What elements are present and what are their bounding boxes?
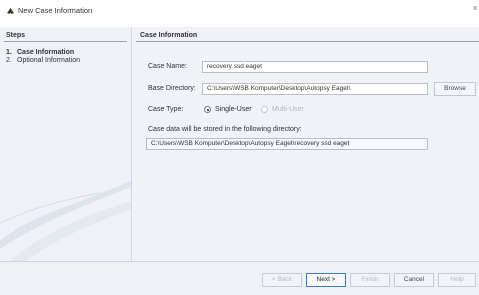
radio-selected-icon bbox=[204, 106, 211, 113]
case-information-header: Case Information bbox=[140, 32, 198, 39]
cancel-button[interactable]: Cancel bbox=[394, 273, 434, 287]
decorative-wave-graphic bbox=[0, 181, 131, 261]
step-label: Case Information bbox=[17, 49, 75, 56]
multi-user-radio[interactable]: Multi-User bbox=[261, 106, 304, 113]
browse-button[interactable]: Browse bbox=[434, 82, 476, 96]
window-title: New Case Information bbox=[18, 6, 93, 15]
step-item-case-information: 1. Case Information bbox=[6, 49, 74, 56]
case-type-label: Case Type: bbox=[148, 106, 184, 113]
step-item-optional-information: 2. Optional Information bbox=[6, 57, 80, 64]
radio-unselected-icon bbox=[261, 106, 268, 113]
case-name-label: Case Name: bbox=[148, 63, 187, 70]
step-number: 1. bbox=[6, 49, 12, 56]
step-label: Optional Information bbox=[17, 57, 81, 64]
single-user-radio[interactable]: Single-User bbox=[204, 106, 252, 113]
steps-header: Steps bbox=[6, 32, 26, 39]
base-directory-input[interactable]: C:\Users\WSB Komputer\Desktop\Autopsy Ea… bbox=[202, 83, 428, 95]
case-information-divider bbox=[136, 41, 479, 42]
back-button[interactable]: < Back bbox=[262, 273, 302, 287]
help-button[interactable]: Help bbox=[438, 273, 476, 287]
close-icon[interactable]: x bbox=[474, 5, 478, 12]
finish-button[interactable]: Finish bbox=[350, 273, 390, 287]
case-name-input[interactable]: recovery ssd eaget bbox=[202, 61, 428, 73]
base-directory-label: Base Directory: bbox=[148, 85, 196, 92]
step-number: 2. bbox=[6, 57, 12, 64]
steps-divider bbox=[4, 41, 127, 42]
next-button[interactable]: Next > bbox=[306, 273, 346, 287]
case-information-panel: Case Information Case Name: recovery ssd… bbox=[132, 27, 479, 261]
storage-note: Case data will be stored in the followin… bbox=[148, 126, 302, 133]
single-user-label: Single-User bbox=[215, 106, 252, 113]
multi-user-label: Multi-User bbox=[272, 106, 304, 113]
autopsy-app-icon bbox=[6, 7, 15, 15]
steps-panel: Steps 1. Case Information 2. Optional Info… bbox=[0, 27, 132, 261]
title-bar: New Case Information x bbox=[0, 0, 479, 22]
case-directory-readonly-field: C:\Users\WSB Komputer\Desktop\Autopsy Ea… bbox=[146, 138, 428, 150]
